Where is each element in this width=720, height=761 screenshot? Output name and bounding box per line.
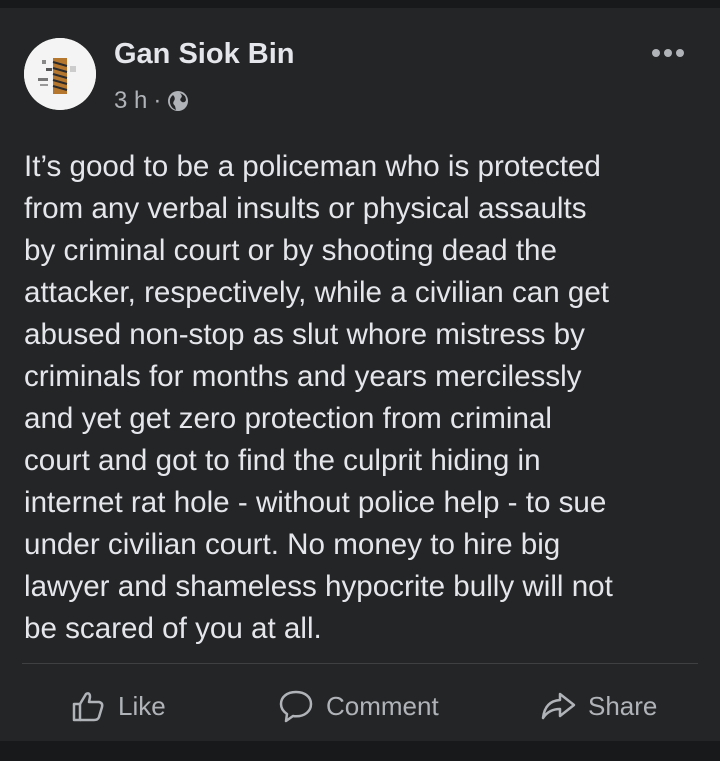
bottom-edge — [0, 741, 720, 761]
avatar-image — [24, 38, 96, 110]
comment-button[interactable]: Comment — [278, 676, 439, 736]
avatar[interactable] — [24, 38, 96, 110]
like-icon — [72, 692, 104, 722]
more-horizontal-icon — [652, 49, 684, 57]
globe-icon — [168, 91, 189, 111]
meta-separator: · — [153, 87, 162, 114]
author-name[interactable]: Gan Siok Bin — [114, 38, 294, 71]
share-icon — [541, 692, 576, 720]
post-card: Gan Siok Bin 3 h · It’s good to be a pol… — [0, 8, 720, 741]
action-bar: Like Comment Share — [0, 676, 720, 736]
more-options-button[interactable] — [648, 42, 688, 64]
post-time[interactable]: 3 h — [114, 87, 147, 115]
top-edge — [0, 0, 720, 8]
like-label: Like — [118, 690, 166, 721]
comment-icon — [279, 690, 313, 723]
share-label: Share — [588, 690, 658, 721]
comment-label: Comment — [326, 690, 439, 721]
divider — [22, 663, 698, 664]
post-meta: 3 h · — [114, 86, 189, 116]
like-button[interactable]: Like — [70, 676, 166, 736]
post-text: It’s good to be a policeman who is prote… — [24, 150, 613, 645]
share-button[interactable]: Share — [540, 676, 657, 736]
